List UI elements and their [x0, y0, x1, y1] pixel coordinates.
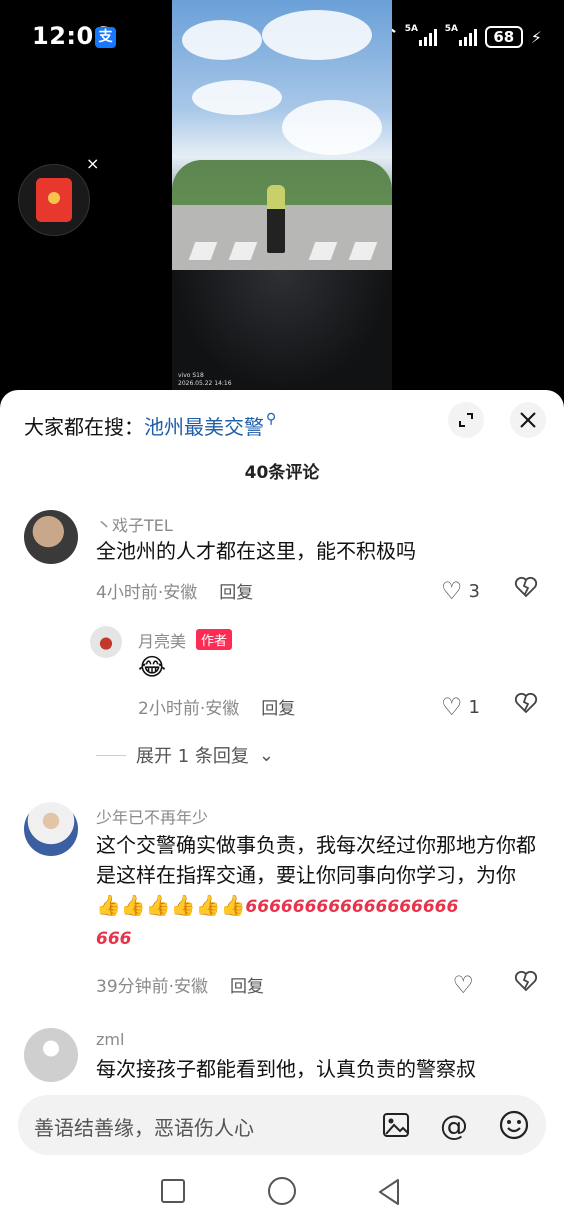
traffic-officer: [267, 185, 285, 253]
reply-button[interactable]: 回复: [230, 977, 264, 997]
comment-text: 这个交警确实做事负责，我每次经过你那地方你都是这样在指挥交通，要让你同事向你学习…: [96, 833, 536, 949]
thumbs-up-emoji: 👍👍👍👍👍👍: [96, 893, 246, 917]
close-icon[interactable]: [510, 402, 546, 438]
like-count: 3: [468, 580, 480, 602]
reply-meta: 2小时前·安徽 回复: [138, 699, 296, 719]
reply-button[interactable]: 回复: [219, 583, 253, 603]
like-button[interactable]: ♡: [452, 971, 480, 999]
heart-icon: ♡: [441, 693, 463, 721]
comment-text: 每次接孩子都能看到他，认真负责的警察叔: [96, 1057, 476, 1081]
comment-meta: 4小时前·安徽 回复: [96, 583, 254, 603]
image-icon[interactable]: [378, 1107, 414, 1143]
recents-button[interactable]: [160, 1178, 186, 1208]
chevron-down-icon: ⌄: [258, 744, 274, 766]
video-watermark: vivo S18 2026.05.22 14:16: [178, 372, 232, 387]
emoji-666: 666666666666666666: [245, 897, 459, 917]
alipay-icon: 支: [95, 27, 116, 48]
comment-input-placeholder: 善语结善缘，恶语伤人心: [34, 1116, 254, 1140]
charging-icon: ⚡: [530, 27, 542, 47]
dislike-icon[interactable]: [514, 970, 538, 998]
dislike-icon[interactable]: [514, 692, 538, 720]
back-button[interactable]: [376, 1178, 402, 1210]
search-icon: ⚲: [266, 411, 277, 427]
comment-meta: 39分钟前·安徽 回复: [96, 977, 265, 997]
expand-replies-button[interactable]: 展开 1 条回复 ⌄: [96, 742, 274, 768]
comment-item: zml 每次接孩子都能看到他，认真负责的警察叔: [0, 1026, 564, 1082]
heart-icon: ♡: [452, 971, 474, 999]
red-packet-close-icon[interactable]: ×: [86, 154, 99, 173]
signal-icon-2: 5A: [445, 24, 477, 46]
emoji-666: 666: [96, 929, 132, 949]
home-button[interactable]: [267, 1176, 297, 1210]
trending-search-label: 大家都在搜：: [24, 414, 144, 439]
comment-username[interactable]: 丶戏子TEL: [96, 512, 173, 536]
author-badge: 作者: [196, 629, 233, 650]
avatar[interactable]: [24, 510, 78, 564]
comment-panel: 大家都在搜： 池州最美交警 ⚲ 40条评论 丶戏子TEL 全池州的人才都在这里，…: [0, 390, 564, 1222]
at-icon[interactable]: @: [436, 1107, 472, 1143]
heart-icon: ♡: [441, 577, 463, 605]
comment-username[interactable]: 少年已不再年少: [96, 804, 208, 828]
reply-username[interactable]: 月亮美 作者: [138, 628, 233, 652]
battery-indicator: 68: [484, 26, 523, 48]
dislike-icon[interactable]: [514, 576, 538, 604]
like-count: 1: [468, 696, 480, 718]
expand-replies-label: 展开 1 条回复: [136, 746, 249, 767]
red-envelope-icon: [36, 178, 72, 222]
avatar[interactable]: [90, 626, 122, 658]
system-nav-bar: [0, 1164, 564, 1222]
expand-icon[interactable]: [448, 402, 484, 438]
video-player[interactable]: vivo S18 2026.05.22 14:16: [172, 0, 392, 392]
red-packet-button[interactable]: [18, 164, 90, 236]
avatar[interactable]: [24, 802, 78, 856]
like-button[interactable]: ♡ 1: [441, 693, 480, 721]
comment-input[interactable]: 善语结善缘，恶语伤人心 @: [18, 1095, 546, 1155]
signal-icon-1: 5A: [405, 24, 437, 46]
reply-button[interactable]: 回复: [261, 699, 295, 719]
trending-search-term[interactable]: 池州最美交警: [144, 411, 264, 440]
avatar[interactable]: [24, 1028, 78, 1082]
like-button[interactable]: ♡ 3: [441, 577, 480, 605]
reply-text: 😂: [138, 653, 167, 681]
comment-username[interactable]: zml: [96, 1030, 124, 1049]
emoji-icon[interactable]: [496, 1107, 532, 1143]
comment-count: 40条评论: [244, 463, 320, 483]
comment-text: 全池州的人才都在这里，能不积极吗: [96, 539, 416, 563]
